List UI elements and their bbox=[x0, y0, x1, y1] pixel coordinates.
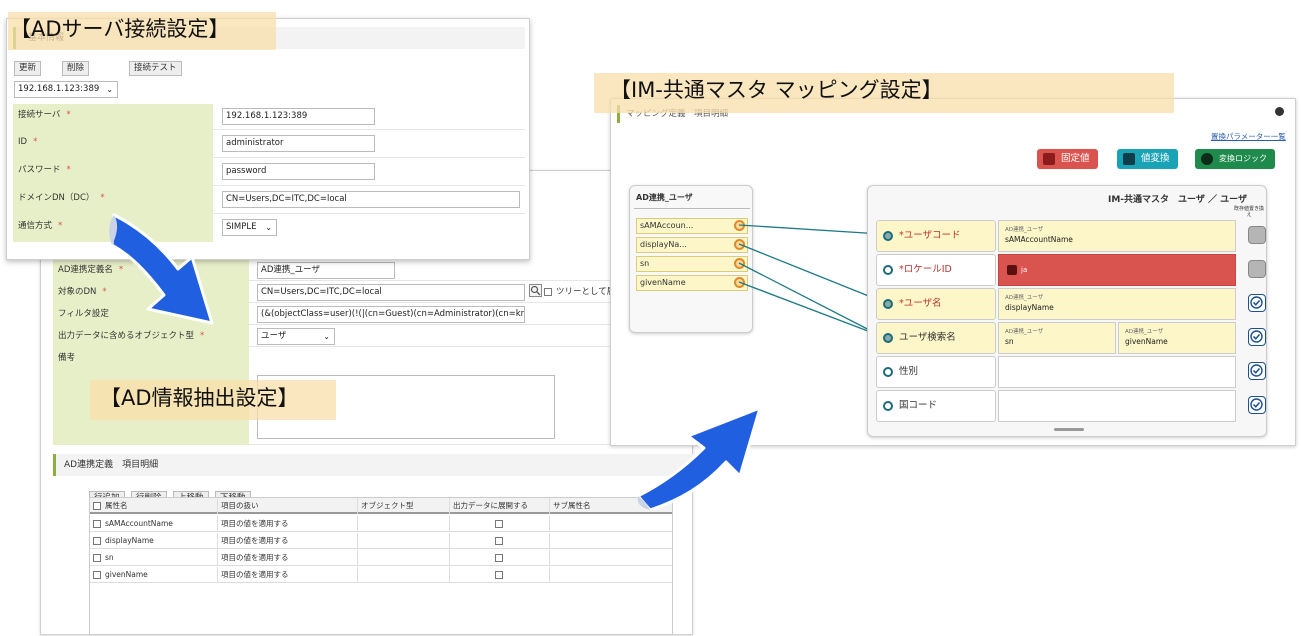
target-port-icon[interactable] bbox=[883, 333, 893, 343]
chevron-down-icon: ⌄ bbox=[265, 223, 272, 232]
required-mark: * bbox=[102, 287, 107, 297]
overwrite-checkbox[interactable] bbox=[1248, 396, 1266, 414]
field-label: 対象のDN bbox=[58, 287, 97, 297]
field-label: 接続サーバ bbox=[18, 110, 61, 120]
extract-settings-title: 【AD情報抽出設定】 bbox=[90, 380, 336, 420]
overwrite-column-header: 既存値置き換え bbox=[1234, 206, 1265, 218]
search-icon[interactable] bbox=[529, 284, 542, 297]
target-field-label: *ユーザコード bbox=[899, 230, 961, 241]
column-header: 出力データに展開する bbox=[450, 498, 550, 514]
column-header: 属性名 bbox=[105, 501, 128, 510]
required-mark: * bbox=[66, 165, 71, 175]
expand-checkbox[interactable] bbox=[495, 537, 503, 545]
overwrite-checkbox[interactable] bbox=[1248, 328, 1266, 346]
arrow-down-right-icon bbox=[109, 213, 214, 325]
form-row-server: 接続サーバ * 192.168.1.123:389 bbox=[13, 104, 525, 130]
expand-checkbox[interactable] bbox=[495, 520, 503, 528]
filter-input[interactable]: (&(objectClass=user)(!(|(cn=Guest)(cn=Ad… bbox=[257, 306, 525, 323]
delete-button[interactable]: 削除 bbox=[62, 61, 90, 76]
table-row[interactable]: sn 項目の値を適用する bbox=[90, 550, 672, 566]
target-port-icon[interactable] bbox=[883, 401, 893, 411]
field-label: AD連携定義名 bbox=[58, 265, 113, 275]
target-port-icon[interactable] bbox=[883, 265, 893, 275]
form-row-domain-dn: ドメインDN（DC） * CN=Users,DC=ITC,DC=local bbox=[13, 186, 525, 214]
fixed-value-cell[interactable]: ja bbox=[998, 254, 1236, 286]
password-input[interactable]: password bbox=[222, 163, 375, 180]
item-detail-header: AD連携定義 項目明細 bbox=[53, 454, 694, 476]
table-row[interactable]: displayName 項目の値を適用する bbox=[90, 533, 672, 549]
mapping-value-cell[interactable] bbox=[998, 356, 1236, 388]
row-checkbox[interactable] bbox=[93, 571, 101, 579]
arrow-up-right-icon bbox=[636, 406, 762, 510]
target-field-label: 性別 bbox=[899, 366, 919, 377]
table-row[interactable]: givenName 項目の値を適用する bbox=[90, 567, 672, 583]
row-checkbox[interactable] bbox=[93, 520, 101, 528]
tree-expand-checkbox[interactable] bbox=[544, 287, 552, 296]
update-button[interactable]: 更新 bbox=[14, 61, 42, 76]
object-type-select[interactable]: ユーザ ⌄ bbox=[257, 328, 335, 345]
mapping-value-cell[interactable]: AD連携_ユーザ sAMAccountName bbox=[998, 220, 1236, 252]
field-label: 通信方式 bbox=[18, 221, 53, 231]
table-header: 属性名 項目の扱い オブジェクト型 出力データに展開する サブ属性名 bbox=[90, 498, 672, 514]
attribute-table: 属性名 項目の扱い オブジェクト型 出力データに展開する サブ属性名 sAMAc… bbox=[89, 497, 673, 635]
mapping-settings-title: 【IM-共通マスタ マッピング設定】 bbox=[594, 73, 1174, 113]
required-mark: * bbox=[100, 193, 105, 203]
target-field-label: *ロケールID bbox=[899, 264, 952, 275]
id-input[interactable]: administrator bbox=[222, 135, 375, 152]
target-field-label: 国コード bbox=[899, 400, 938, 411]
target-port-icon[interactable] bbox=[883, 231, 893, 241]
field-label: パスワード bbox=[18, 165, 61, 175]
select-all-checkbox[interactable] bbox=[93, 502, 101, 510]
server-settings-title: 【ADサーバ接続設定】 bbox=[8, 12, 276, 50]
resize-handle[interactable] bbox=[1054, 428, 1084, 431]
expand-checkbox[interactable] bbox=[495, 571, 503, 579]
im-target-box: IM-共通マスタ ユーザ ／ ユーザ 既存値置き換え *ユーザコード AD連携_… bbox=[867, 185, 1267, 437]
form-row-password: パスワード * password bbox=[13, 158, 525, 186]
server-input[interactable]: 192.168.1.123:389 bbox=[222, 108, 375, 125]
overwrite-checkbox[interactable] bbox=[1248, 226, 1266, 244]
row-checkbox[interactable] bbox=[93, 554, 101, 562]
pin-icon bbox=[1007, 265, 1017, 275]
target-dn-input[interactable]: CN=Users,DC=ITC,DC=local bbox=[257, 284, 525, 301]
required-mark: * bbox=[66, 110, 71, 120]
mapping-panel: マッピング定義 項目明細 置換パラメーター一覧 固定値 値変換 変換ロジック A… bbox=[610, 98, 1296, 446]
form-row-protocol: 通信方式 * SIMPLE ⌄ bbox=[13, 214, 525, 242]
server-select[interactable]: 192.168.1.123:389 ⌄ bbox=[14, 81, 118, 98]
expand-checkbox[interactable] bbox=[495, 554, 503, 562]
column-header: 項目の扱い bbox=[218, 498, 358, 514]
ad-server-panel: 基本情報 更新 削除 接続テスト 192.168.1.123:389⌄ 接続サー… bbox=[6, 18, 530, 260]
column-header: オブジェクト型 bbox=[358, 498, 450, 514]
mapping-value-cell[interactable]: AD連携_ユーザ givenName bbox=[1118, 322, 1236, 354]
mapping-value-cell[interactable]: AD連携_ユーザ sn bbox=[998, 322, 1116, 354]
overwrite-checkbox[interactable] bbox=[1248, 362, 1266, 380]
overwrite-checkbox[interactable] bbox=[1248, 294, 1266, 312]
domain-dn-input[interactable]: CN=Users,DC=ITC,DC=local bbox=[222, 191, 520, 208]
connection-test-button[interactable]: 接続テスト bbox=[129, 61, 182, 76]
definition-name-input[interactable]: AD連携_ユーザ bbox=[257, 262, 395, 279]
row-checkbox[interactable] bbox=[93, 537, 101, 545]
im-target-title: IM-共通マスタ ユーザ ／ ユーザ bbox=[1108, 195, 1247, 205]
target-port-icon[interactable] bbox=[883, 367, 893, 377]
overwrite-checkbox[interactable] bbox=[1248, 260, 1266, 278]
target-field-label: ユーザ検索名 bbox=[899, 332, 956, 343]
field-label: フィルタ設定 bbox=[58, 309, 109, 319]
field-label: 備考 bbox=[58, 353, 76, 363]
mapping-value-cell[interactable]: AD連携_ユーザ displayName bbox=[998, 288, 1236, 320]
field-label: ドメインDN（DC） bbox=[18, 193, 95, 203]
chevron-down-icon: ⌄ bbox=[106, 85, 113, 94]
target-field-label: *ユーザ名 bbox=[899, 298, 942, 309]
required-mark: * bbox=[58, 221, 63, 231]
target-port-icon[interactable] bbox=[883, 299, 893, 309]
required-mark: * bbox=[33, 137, 38, 147]
mapping-value-cell[interactable] bbox=[998, 390, 1236, 422]
field-label: ID bbox=[18, 137, 28, 147]
form-row-id: ID * administrator bbox=[13, 130, 525, 158]
protocol-select[interactable]: SIMPLE ⌄ bbox=[222, 219, 277, 236]
table-row[interactable]: sAMAccountName 項目の値を適用する bbox=[90, 516, 672, 532]
chevron-down-icon: ⌄ bbox=[323, 332, 330, 341]
